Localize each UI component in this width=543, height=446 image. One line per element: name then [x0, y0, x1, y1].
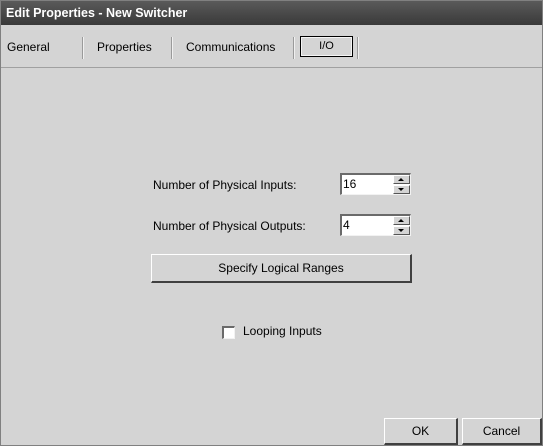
spin-down-arrow-icon — [398, 188, 404, 191]
tab-separator — [293, 37, 295, 59]
title-bar: Edit Properties - New Switcher — [1, 1, 542, 25]
spin-down-arrow-icon — [398, 229, 404, 232]
physical-inputs-decrement-button[interactable] — [393, 185, 410, 194]
tab-strip: General Properties Communications I/O — [1, 25, 542, 68]
spin-up-arrow-icon — [398, 178, 404, 181]
ok-button[interactable]: OK — [384, 418, 458, 445]
cancel-button[interactable]: Cancel — [462, 418, 542, 445]
physical-inputs-spin-buttons — [393, 175, 410, 194]
tab-properties[interactable]: Properties — [97, 38, 152, 56]
physical-outputs-spin-buttons — [393, 216, 410, 235]
tab-io[interactable]: I/O — [300, 36, 353, 57]
physical-outputs-value[interactable]: 4 — [343, 218, 350, 232]
specify-logical-ranges-button[interactable]: Specify Logical Ranges — [151, 254, 412, 283]
physical-outputs-increment-button[interactable] — [393, 216, 410, 225]
tab-communications[interactable]: Communications — [186, 38, 275, 56]
physical-outputs-decrement-button[interactable] — [393, 226, 410, 235]
spin-up-arrow-icon — [398, 219, 404, 222]
physical-outputs-spinner[interactable]: 4 — [340, 214, 411, 236]
tab-separator — [82, 37, 84, 59]
physical-outputs-label: Number of Physical Outputs: — [153, 219, 306, 233]
physical-inputs-increment-button[interactable] — [393, 175, 410, 184]
edit-properties-dialog: Edit Properties - New Switcher General P… — [0, 0, 543, 446]
window-title: Edit Properties - New Switcher — [6, 6, 188, 20]
looping-inputs-checkbox[interactable] — [222, 326, 235, 339]
physical-inputs-label: Number of Physical Inputs: — [153, 178, 297, 192]
tab-separator — [357, 37, 359, 59]
looping-inputs-label[interactable]: Looping Inputs — [243, 324, 322, 338]
tab-general[interactable]: General — [7, 38, 50, 56]
physical-inputs-value[interactable]: 16 — [343, 177, 356, 191]
tab-separator — [171, 37, 173, 59]
physical-inputs-spinner[interactable]: 16 — [340, 173, 411, 195]
